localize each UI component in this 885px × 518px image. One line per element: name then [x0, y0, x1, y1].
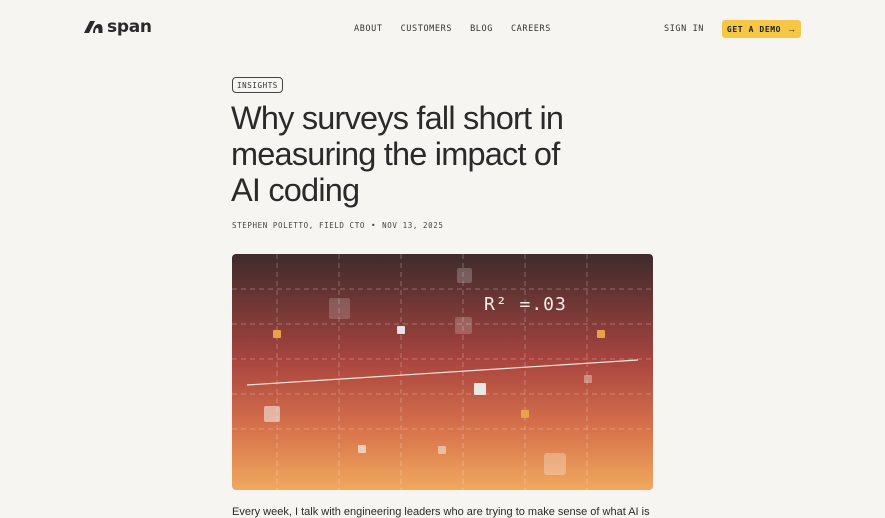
author: STEPHEN POLETTO, FIELD CTO — [232, 221, 365, 230]
article-title: Why surveys fall short in measuring the … — [231, 100, 564, 208]
hero-image: R² =.03 — [232, 254, 653, 490]
article-byline: STEPHEN POLETTO, FIELD CTO • NOV 13, 202… — [232, 221, 444, 230]
r-squared-annotation: R² =.03 — [484, 294, 567, 315]
span-logo-mark-icon — [84, 21, 103, 33]
nav-link-about[interactable]: ABOUT — [354, 24, 383, 34]
article-body-preview: Every week, I talk with engineering lead… — [232, 506, 650, 518]
main-nav: ABOUT CUSTOMERS BLOG CAREERS — [354, 24, 551, 34]
nav-link-customers[interactable]: CUSTOMERS — [401, 24, 452, 34]
nav-link-blog[interactable]: BLOG — [470, 24, 493, 34]
nav-link-careers[interactable]: CAREERS — [511, 24, 551, 34]
top-navigation: span ABOUT CUSTOMERS BLOG CAREERS SIGN I… — [0, 0, 885, 58]
brand-name: span — [107, 17, 152, 37]
category-tag-label: INSIGHTS — [237, 80, 278, 90]
byline-separator: • — [371, 221, 377, 230]
get-a-demo-label: GET A DEMO — [726, 24, 782, 34]
category-tag[interactable]: INSIGHTS — [232, 77, 283, 93]
sign-in-link[interactable]: SIGN IN — [664, 24, 704, 34]
hero-scatter-illustration — [232, 254, 653, 490]
publish-date: NOV 13, 2025 — [382, 221, 444, 230]
get-a-demo-button[interactable]: GET A DEMO → — [722, 20, 801, 38]
arrow-right-icon: → — [787, 24, 797, 34]
span-logo[interactable]: span — [83, 17, 152, 37]
